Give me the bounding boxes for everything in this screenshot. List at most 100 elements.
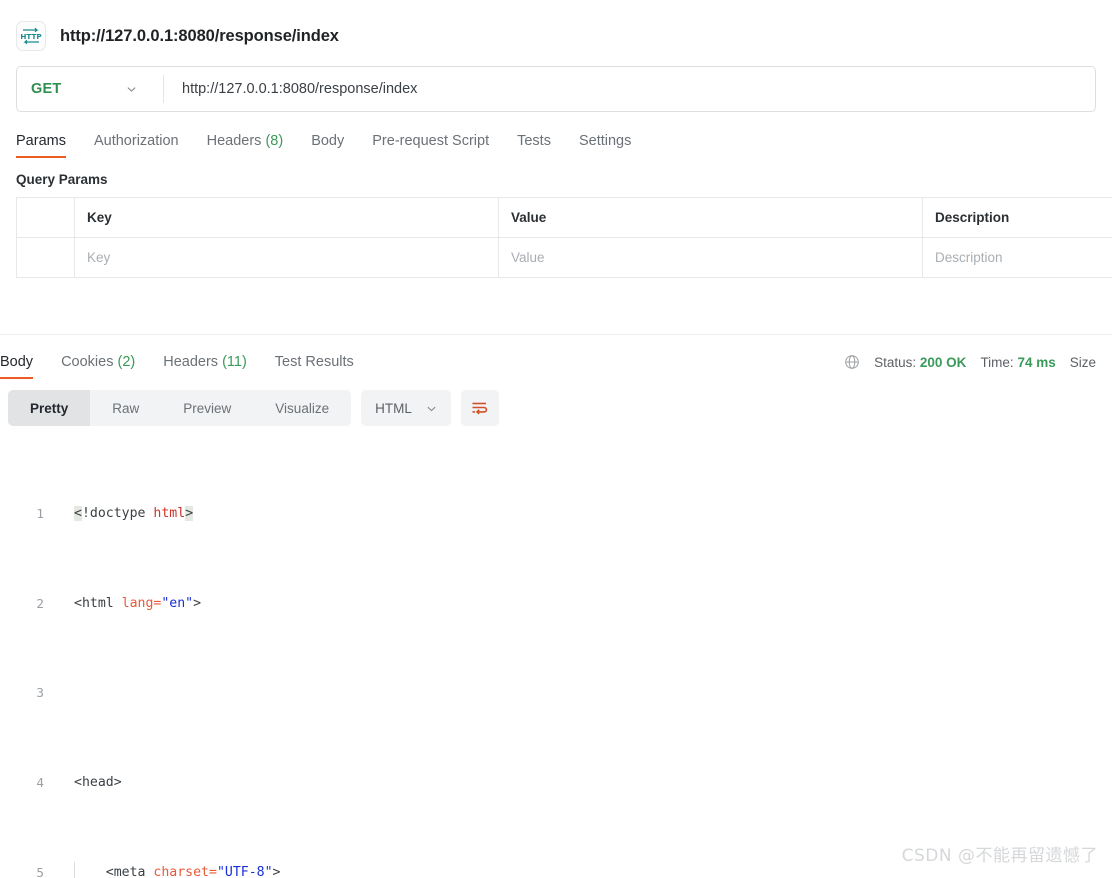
status-label: Status: xyxy=(874,354,917,370)
view-mode-preview[interactable]: Preview xyxy=(161,390,253,426)
view-mode-pretty-label: Pretty xyxy=(30,400,69,416)
line-number: 4 xyxy=(36,775,44,791)
header-cell-description: Description xyxy=(935,210,1010,225)
tab-tests[interactable]: Tests xyxy=(503,133,565,158)
response-tab-headers[interactable]: Headers (11) xyxy=(149,354,261,379)
code-token-tag: <meta xyxy=(74,864,154,878)
time-value: 74 ms xyxy=(1017,354,1056,370)
code-token-bracket-close: > xyxy=(193,595,202,611)
tab-body[interactable]: Body xyxy=(297,133,358,158)
code-token-value: "en" xyxy=(161,595,194,611)
line-content: <html lang="en"> xyxy=(56,593,201,615)
query-params-title: Query Params xyxy=(16,172,108,187)
code-token-bracket: < xyxy=(74,506,82,522)
response-tab-headers-label: Headers xyxy=(163,354,219,370)
view-mode-visualize[interactable]: Visualize xyxy=(253,390,351,426)
svg-text:HTTP: HTTP xyxy=(20,32,41,41)
tab-settings-label: Settings xyxy=(578,133,632,149)
tab-settings[interactable]: Settings xyxy=(565,133,645,158)
url-bar-container: GET xyxy=(0,58,1112,112)
code-line: 2 <html lang="en"> xyxy=(0,593,1112,615)
chevron-down-icon xyxy=(127,87,136,92)
line-content: <head> xyxy=(74,775,122,791)
tab-params-label: Params xyxy=(16,133,66,149)
line-content xyxy=(56,682,74,704)
tab-authorization-label: Authorization xyxy=(93,133,179,149)
code-token-value: "UTF-8" xyxy=(216,864,273,878)
code-token-tag: <html xyxy=(74,595,122,611)
tab-headers-label: Headers xyxy=(206,133,262,149)
row-key-input[interactable]: Key xyxy=(75,238,499,277)
response-code-viewer[interactable]: 1 <!doctype html> 2 <html lang="en"> 3 4… xyxy=(0,436,1112,878)
tab-headers-count: (8) xyxy=(265,133,284,149)
wrap-lines-icon xyxy=(472,402,488,414)
line-number: 2 xyxy=(36,595,44,611)
page-title: http://127.0.0.1:8080/response/index xyxy=(60,26,339,45)
format-label: HTML xyxy=(375,400,412,416)
response-tab-cookies-count: (2) xyxy=(117,354,136,370)
url-input[interactable] xyxy=(164,67,1095,111)
tab-authorization[interactable]: Authorization xyxy=(80,133,193,158)
view-mode-pretty[interactable]: Pretty xyxy=(8,390,91,426)
time-block: Time: 74 ms xyxy=(980,355,1055,370)
line-number: 3 xyxy=(36,685,44,701)
code-token-bracket-close: > xyxy=(185,506,194,522)
size-label: Size xyxy=(1069,354,1096,370)
tab-body-label: Body xyxy=(311,133,345,149)
response-tab-test-results-label: Test Results xyxy=(274,354,354,370)
response-tab-cookies[interactable]: Cookies (2) xyxy=(47,354,149,379)
line-content: <!doctype html> xyxy=(56,503,194,525)
response-tab-test-results[interactable]: Test Results xyxy=(261,354,368,379)
http-protocol-icon: HTTP xyxy=(16,21,46,51)
chevron-down-icon xyxy=(427,406,436,411)
table-header-row: Key Value Description xyxy=(17,198,1112,238)
header-cell-key: Key xyxy=(75,198,499,237)
status-block: Status: 200 OK xyxy=(874,355,966,370)
format-select[interactable]: HTML xyxy=(361,390,451,426)
row-value-input[interactable]: Value xyxy=(499,238,923,277)
url-bar: GET xyxy=(16,66,1096,112)
tab-pre-request-script-label: Pre-request Script xyxy=(372,133,490,149)
line-content: <meta charset="UTF-8"> xyxy=(56,861,281,878)
wrap-lines-button[interactable] xyxy=(460,390,499,426)
view-mode-raw[interactable]: Raw xyxy=(90,390,161,426)
tab-params[interactable]: Params xyxy=(16,133,80,158)
response-meta: Status: 200 OK Time: 74 ms Size xyxy=(844,354,1096,370)
response-tab-body-label: Body xyxy=(0,354,34,370)
code-token-attr: lang= xyxy=(121,595,162,611)
view-mode-group: Pretty Raw Preview Visualize xyxy=(8,390,352,426)
query-params-table: Key Value Description Key Value Descript… xyxy=(16,197,1112,278)
tab-headers[interactable]: Headers (8) xyxy=(193,133,298,158)
header-cell-checkbox xyxy=(17,198,75,237)
code-token-doctype: !doctype xyxy=(81,506,154,522)
header-cell-value: Value xyxy=(499,198,923,237)
code-line: 3 xyxy=(0,682,1112,704)
row-description-input[interactable]: Description xyxy=(923,238,1112,277)
table-row[interactable]: Key Value Description xyxy=(17,238,1112,278)
row-checkbox-cell[interactable] xyxy=(17,238,75,277)
request-titlebar: HTTP http://127.0.0.1:8080/response/inde… xyxy=(0,0,1112,58)
postman-response-page: HTTP http://127.0.0.1:8080/response/inde… xyxy=(0,0,1112,878)
watermark: CSDN @不能再留遗憾了 xyxy=(901,846,1098,866)
response-tab-cookies-label: Cookies xyxy=(61,354,114,370)
method-select[interactable]: GET xyxy=(17,67,163,111)
code-line: 4 <head> xyxy=(0,772,1112,794)
view-mode-raw-label: Raw xyxy=(112,400,140,416)
status-badge: 200 OK xyxy=(919,354,967,370)
line-number: 5 xyxy=(36,864,44,878)
response-toolbar: Pretty Raw Preview Visualize HTML xyxy=(0,379,1112,426)
time-label: Time: xyxy=(980,354,1014,370)
view-mode-visualize-label: Visualize xyxy=(275,400,330,416)
view-mode-preview-label: Preview xyxy=(183,400,232,416)
response-tab-headers-count: (11) xyxy=(222,354,247,370)
method-label: GET xyxy=(31,81,62,97)
globe-icon xyxy=(845,355,859,369)
line-number: 1 xyxy=(36,506,44,522)
response-tabs: Body Cookies (2) Headers (11) Test Resul… xyxy=(0,335,1096,379)
code-token-attr: charset= xyxy=(153,864,217,878)
response-tab-body[interactable]: Body xyxy=(0,354,47,379)
code-token-bracket-close: > xyxy=(272,864,281,878)
request-tabs: Params Authorization Headers (8) Body Pr… xyxy=(0,112,1112,158)
tab-pre-request-script[interactable]: Pre-request Script xyxy=(358,133,503,158)
tab-tests-label: Tests xyxy=(517,133,551,149)
